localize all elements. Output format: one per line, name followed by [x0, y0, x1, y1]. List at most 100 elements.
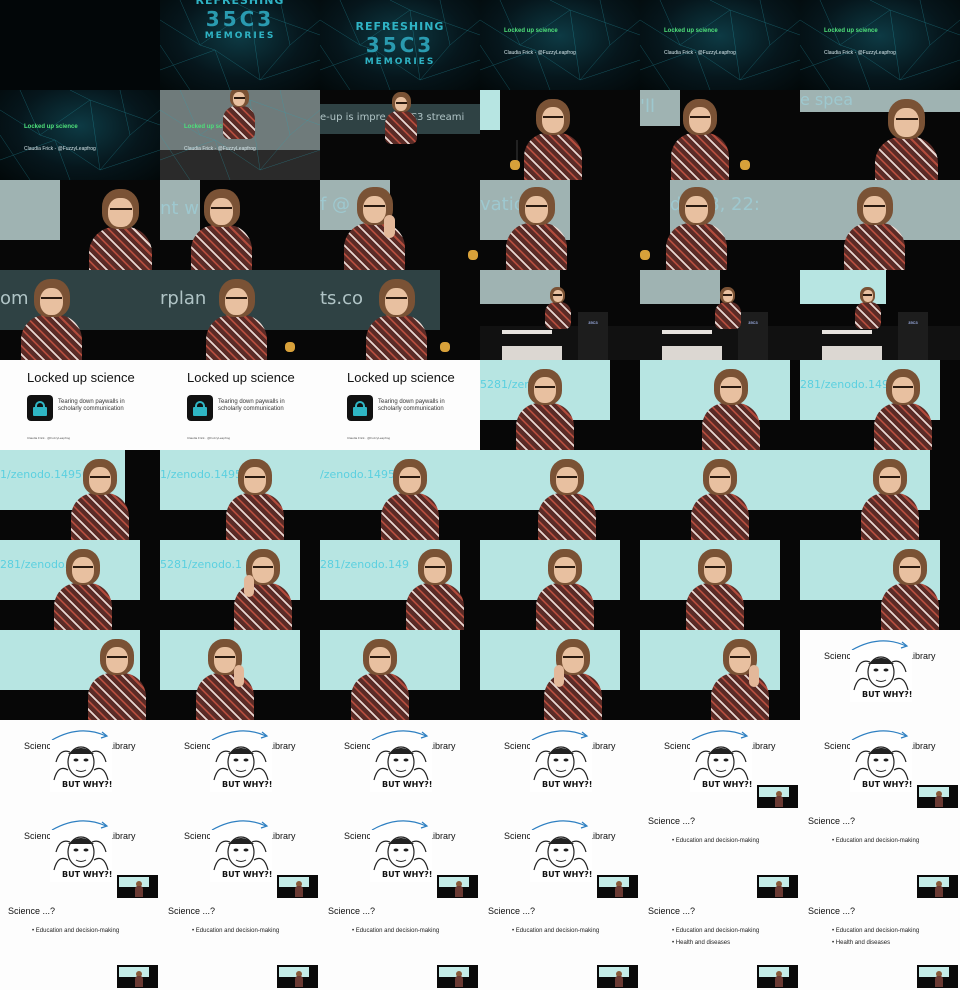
speaker-inset-video [597, 875, 638, 898]
table [822, 330, 872, 334]
science-slide-frame: Science ...? • Education and decision-mak… [160, 900, 320, 990]
inset-screen [439, 967, 469, 977]
stage-frame [320, 630, 480, 720]
raised-hand [749, 665, 759, 687]
glasses [893, 386, 913, 388]
inset-body [935, 796, 943, 807]
meme-slide-frame: Science Library BUT WHY?! [800, 630, 960, 720]
glasses [425, 566, 445, 568]
logo-bottom: MEMORIES [204, 31, 276, 41]
inset-speaker [935, 791, 943, 807]
glasses [73, 566, 93, 568]
glasses [109, 208, 132, 211]
inset-body [455, 886, 463, 897]
speaker-figure [400, 545, 470, 630]
speaker-figure [190, 635, 260, 720]
speaker-figure [685, 455, 755, 540]
title-slide-frame: Locked up science Tearing down paywalls i… [0, 360, 160, 450]
inset-body [775, 796, 783, 807]
speaker-figure [500, 183, 574, 270]
inset-body [295, 976, 303, 987]
patterned-sweater [544, 302, 571, 330]
patterned-sweater [223, 105, 256, 139]
screen-text: e spea [800, 90, 854, 109]
table [502, 330, 552, 334]
meme-slide-frame: Science Library BUT WHY?! [640, 720, 800, 810]
speaker-inset-video [277, 875, 318, 898]
intro-speaker: Claudia Frick - @FuzzyLeapfrog [664, 50, 736, 56]
speaker-figure [542, 285, 574, 330]
stage-frame: f @ [320, 180, 480, 270]
conference-logo: REFRESHING 35C3 MEMORIES [160, 0, 320, 41]
stage-frame: dec 8, 22: [640, 180, 800, 270]
lucky-cat-figure [740, 160, 750, 170]
science-slide-frame: Science ...? • Education and decision-mak… [640, 900, 800, 990]
inset-speaker [775, 881, 783, 897]
glasses [245, 476, 265, 478]
patterned-sweater [381, 493, 439, 540]
intro-talk-title: Locked up science [824, 28, 878, 34]
patterned-sweater [536, 583, 594, 630]
meme-slide-frame: Science Library BUT WHY?! [0, 810, 160, 900]
glasses [705, 566, 725, 568]
video-frame-grid: REFRESHING 35C3 MEMORIES REFRESHING 35C3 MEM… [0, 0, 960, 990]
glasses [555, 566, 575, 568]
bullet-education: • Education and decision-making [192, 928, 280, 934]
meme-caption: BUT WHY?! [382, 870, 433, 879]
speaker-figure [518, 95, 588, 180]
logo-top: REFRESHING [195, 0, 285, 7]
speaker-inset-video [597, 965, 638, 988]
projector-screen [640, 270, 720, 304]
stage-frame [480, 540, 640, 630]
speaker-figure [665, 95, 735, 180]
glasses [215, 656, 235, 658]
intro-talk-title: Locked up science [504, 28, 558, 34]
meme-caption: BUT WHY?! [62, 870, 113, 879]
table [662, 346, 722, 360]
patterned-sweater [191, 224, 253, 270]
intro-title-frame: Locked up science Claudia Frick - @FuzzyL… [160, 90, 320, 180]
patterned-sweater [714, 302, 741, 330]
speaker-figure [360, 275, 434, 360]
intro-title-frame: Locked up science Claudia Frick - @FuzzyL… [480, 0, 640, 90]
library-label: Library [748, 741, 776, 751]
glasses [386, 297, 408, 300]
title-card: Locked up science Claudia Frick - @FuzzyL… [24, 124, 96, 152]
bullet-health: • Health and diseases [672, 940, 731, 946]
inset-screen [279, 877, 309, 887]
patterned-sweater [861, 493, 919, 540]
speaker-figure [696, 365, 766, 450]
slide-footer: Claudia Frick · @FuzzyLeapfrog [27, 436, 71, 440]
patterned-sweater [366, 314, 428, 360]
patterned-sweater [206, 314, 268, 360]
lock-icon [347, 395, 373, 421]
stage-frame: 1/zenodo.14956 [160, 450, 320, 540]
stage-frame [800, 540, 960, 630]
library-label: Library [908, 651, 936, 661]
glasses [710, 476, 730, 478]
raised-hand [384, 214, 395, 238]
intro-frame [0, 0, 160, 90]
table [502, 346, 562, 360]
intro-speaker: Claudia Frick - @FuzzyLeapfrog [184, 146, 256, 152]
face [369, 647, 391, 673]
podium-logo: 35C3 [588, 320, 598, 325]
stage-frame: e spea [800, 90, 960, 180]
stage-frame: 281/zenodo.149 [0, 540, 160, 630]
face [685, 195, 709, 223]
patterned-sweater [544, 673, 602, 720]
speaker-figure [868, 95, 945, 180]
speaker-inset-video [437, 875, 478, 898]
face [363, 195, 387, 223]
inset-body [615, 976, 623, 987]
stage-frame: 281/zenodo.149 [320, 540, 480, 630]
face [892, 377, 914, 403]
glasses [557, 476, 577, 478]
library-label: Library [268, 831, 296, 841]
glasses [400, 476, 420, 478]
slide-subtitle-2: scholarly communication [378, 406, 444, 412]
science-heading: Science ...? [8, 906, 56, 916]
meme-caption: BUT WHY?! [62, 780, 113, 789]
science-slide-frame: Science ...? • Education and decision-mak… [640, 810, 800, 900]
patterned-sweater [671, 133, 729, 180]
